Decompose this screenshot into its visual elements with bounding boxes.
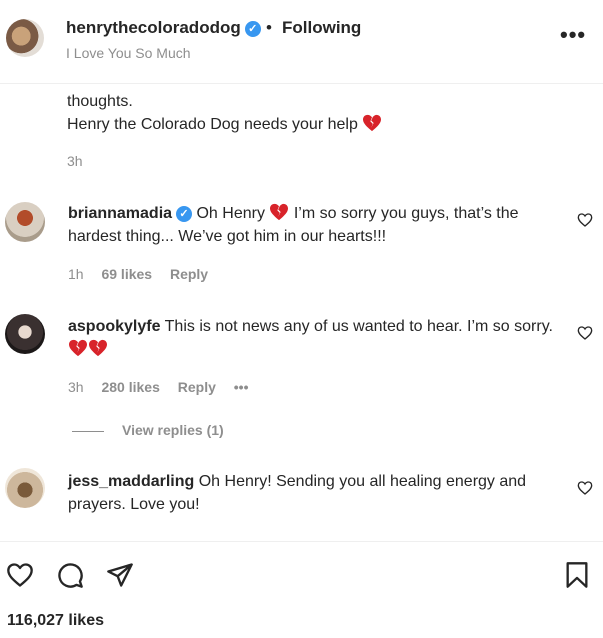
- replies-divider: [72, 430, 104, 432]
- comment-timestamp[interactable]: 1h: [68, 266, 84, 282]
- avatar[interactable]: [6, 19, 44, 57]
- like-count[interactable]: 116,027 likes: [7, 612, 104, 630]
- comment-timestamp[interactable]: 3h: [68, 379, 84, 395]
- caption-text: Henry the Colorado Dog needs your help: [67, 116, 358, 133]
- comment-like-icon[interactable]: [577, 325, 593, 341]
- comment-text: briannamadia ✓ Oh Henry I’m so sorry you …: [68, 202, 568, 248]
- comment-likes[interactable]: 280 likes: [101, 379, 159, 395]
- post-author-name[interactable]: henrythecoloradodog: [66, 18, 241, 37]
- comment-more-options-icon[interactable]: •••: [234, 379, 249, 395]
- view-replies-button[interactable]: View replies (1): [72, 422, 224, 438]
- avatar[interactable]: [5, 202, 45, 242]
- broken-heart-emoji: [69, 339, 87, 357]
- caption-line: thoughts.: [67, 93, 133, 110]
- post-author[interactable]: henrythecoloradodog ✓: [66, 18, 261, 38]
- caption-timestamp[interactable]: 3h: [67, 153, 83, 169]
- audio-subtitle[interactable]: I Love You So Much: [66, 45, 191, 61]
- broken-heart-emoji: [89, 339, 107, 357]
- comment-username[interactable]: aspookylyfe: [68, 318, 160, 335]
- comment-username[interactable]: jess_maddarling: [68, 473, 194, 490]
- comment-meta: 1h 69 likes Reply: [68, 266, 222, 282]
- comment-body: This is not news any of us wanted to hea…: [164, 318, 553, 335]
- comment-likes[interactable]: 69 likes: [101, 266, 152, 282]
- post-caption: thoughts. Henry the Colorado Dog needs y…: [67, 90, 567, 136]
- reply-button[interactable]: Reply: [178, 379, 216, 395]
- broken-heart-emoji: [363, 114, 382, 132]
- comment-body: Oh Henry: [196, 205, 265, 222]
- reply-button[interactable]: Reply: [170, 266, 208, 282]
- verified-badge-icon: ✓: [176, 205, 193, 222]
- following-button[interactable]: Following: [282, 18, 361, 38]
- comment-text: aspookylyfe This is not news any of us w…: [68, 315, 568, 361]
- post-actions: 116,027 likes: [0, 541, 603, 638]
- separator-dot: •: [266, 18, 272, 37]
- comment-bubble-icon[interactable]: [56, 561, 84, 589]
- caption-line: Henry the Colorado Dog needs your help: [67, 113, 567, 136]
- comment-meta: 3h 280 likes Reply •••: [68, 379, 262, 395]
- comment-like-icon[interactable]: [577, 212, 593, 228]
- verified-badge-icon: ✓: [244, 20, 261, 37]
- view-replies-label[interactable]: View replies (1): [122, 422, 224, 438]
- heart-icon[interactable]: [6, 561, 34, 589]
- send-icon[interactable]: [106, 561, 134, 589]
- more-options-icon[interactable]: •••: [560, 22, 586, 48]
- bookmark-icon[interactable]: [564, 561, 590, 589]
- avatar[interactable]: [5, 468, 45, 508]
- avatar[interactable]: [5, 314, 45, 354]
- comment-like-icon[interactable]: [577, 480, 593, 496]
- broken-heart-emoji: [270, 203, 289, 221]
- comment-username[interactable]: briannamadia: [68, 205, 172, 222]
- post-header: henrythecoloradodog ✓ • Following I Love …: [0, 0, 603, 84]
- comment-text: jess_maddarling Oh Henry! Sending you al…: [68, 470, 568, 516]
